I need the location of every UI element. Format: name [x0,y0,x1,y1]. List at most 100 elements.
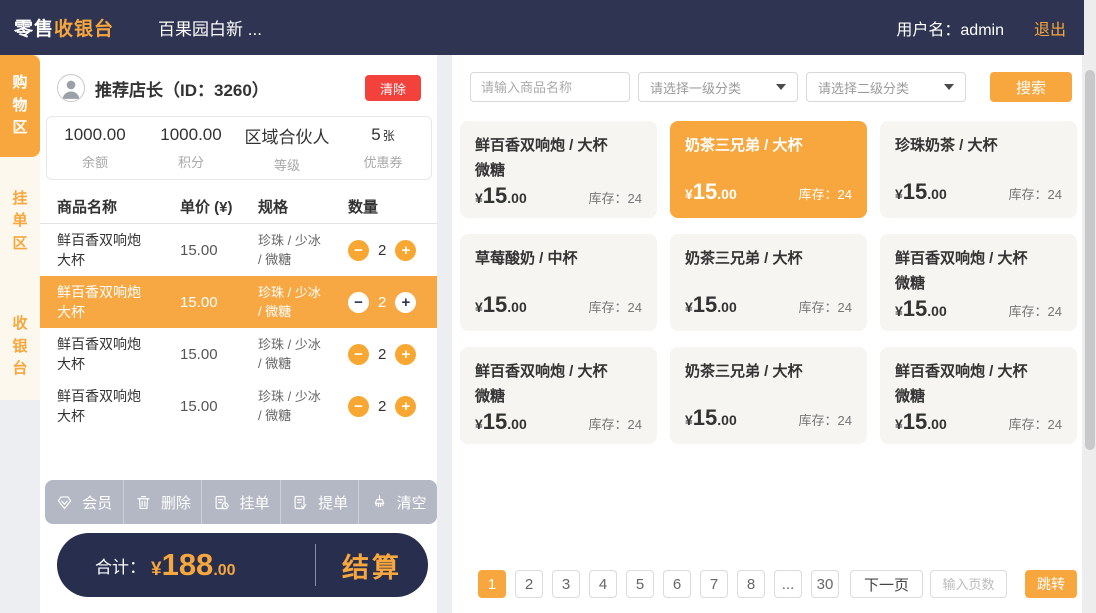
jump-button[interactable]: 跳转 [1025,570,1077,598]
currency-symbol: ¥ [151,559,162,581]
page-button[interactable]: 2 [515,570,543,598]
currency-symbol: ¥ [895,416,903,432]
page-button[interactable]: 8 [737,570,765,598]
product-price: ¥15.00 [685,405,737,431]
increase-quantity-button[interactable]: + [395,344,416,365]
price-dec: .00 [927,186,946,202]
scrollbar-track[interactable] [1084,0,1096,613]
price-dec: .00 [717,186,736,202]
next-page-button[interactable]: 下一页 [850,570,923,598]
item-spec: 珍珠 / 少冰 / 微糖 [258,335,348,374]
currency-symbol: ¥ [685,299,693,315]
decrease-quantity-button[interactable]: − [348,292,369,313]
increase-quantity-button[interactable]: + [395,292,416,313]
product-price: ¥15.00 [685,179,737,205]
total-int: 188 [162,547,214,583]
product-card[interactable]: 鲜百香双响炮 / 大杯 微糖¥15.00库存：24 [880,234,1077,331]
clear-member-button[interactable]: 清除 [365,75,421,101]
page-button[interactable]: 5 [626,570,654,598]
column-header: 数量 [348,196,437,217]
member-button[interactable]: 会员 [45,480,123,524]
cart-spacer [40,432,437,480]
hold-order-button[interactable]: 挂单 [201,480,280,524]
total-label: 合计： [95,553,146,578]
member-stat: 区域合伙人等级 [239,117,335,179]
stock-count: 库存：24 [1009,184,1062,203]
column-header: 单价 (¥) [180,196,258,217]
category2-select[interactable]: 请选择二级分类 [806,72,966,102]
product-name-input[interactable] [470,72,630,102]
cart-item-row[interactable]: 鲜百香双响炮 大杯15.00珍珠 / 少冰 / 微糖−2+ [40,380,437,432]
member-stat: 1000.00 余额 [47,117,143,179]
category1-select[interactable]: 请选择一级分类 [638,72,798,102]
sidebar-tab-held-orders[interactable]: 挂单区 [0,172,40,272]
product-card[interactable]: 鲜百香双响炮 / 大杯 微糖¥15.00库存：24 [880,347,1077,444]
app-title: 零售收银台 [14,14,114,41]
page-number-input[interactable] [930,570,1007,598]
price-dec: .00 [507,190,526,206]
sidebar-tab-shopping-area[interactable]: 购物区 [0,55,40,157]
price-dec: .00 [717,412,736,428]
cart-item-row[interactable]: 鲜百香双响炮 大杯15.00珍珠 / 少冰 / 微糖−2+ [40,276,437,328]
stock-count: 库存：24 [799,410,852,429]
product-card[interactable]: 鲜百香双响炮 / 大杯 微糖¥15.00库存：24 [460,121,657,218]
page-button[interactable]: 6 [663,570,691,598]
stat-label: 优惠券 [363,152,402,171]
search-button[interactable]: 搜索 [990,72,1072,102]
total-amount: ¥188.00 [151,547,236,583]
product-name: 草莓酸奶 / 中杯 [475,246,642,271]
product-card[interactable]: 奶茶三兄弟 / 大杯¥15.00库存：24 [670,121,867,218]
scrollbar-thumb[interactable] [1085,70,1095,450]
search-row: 请选择一级分类 请选择二级分类 搜索 [470,72,1072,102]
stock-count: 库存：24 [589,414,642,433]
decrease-quantity-button[interactable]: − [348,240,369,261]
currency-symbol: ¥ [475,299,483,315]
currency-symbol: ¥ [685,186,693,202]
price-int: 15 [483,183,507,208]
item-name: 鲜百香双响炮 大杯 [40,282,180,323]
product-card-footer: ¥15.00库存：24 [895,409,1062,435]
stat-label: 余额 [82,152,108,171]
currency-symbol: ¥ [475,416,483,432]
product-card[interactable]: 珍珠奶茶 / 大杯 ¥15.00 库存：24 [880,121,1077,218]
product-card[interactable]: 奶茶三兄弟 / 大杯¥15.00库存：24 [670,347,867,444]
page-button[interactable]: 1 [478,570,506,598]
stat-value: 1000.00 [64,125,125,145]
item-price: 15.00 [180,398,258,415]
page-button[interactable]: 7 [700,570,728,598]
page-button[interactable]: 4 [589,570,617,598]
product-card[interactable]: 草莓酸奶 / 中杯¥15.00库存：24 [460,234,657,331]
product-card[interactable]: 鲜百香双响炮 / 大杯 微糖¥15.00库存：24 [460,347,657,444]
clear-cart-button[interactable]: 清空 [358,480,437,524]
cart-item-row[interactable]: 鲜百香双响炮 大杯15.00珍珠 / 少冰 / 微糖−2+ [40,328,437,380]
product-card[interactable]: 奶茶三兄弟 / 大杯¥15.00库存：24 [670,234,867,331]
delete-button[interactable]: 删除 [123,480,202,524]
action-label: 提单 [318,492,348,513]
product-card-footer: ¥15.00库存：24 [475,183,642,209]
member-name: 推荐店长（ID：3260） [95,76,269,101]
category2-value: 请选择二级分类 [818,78,909,97]
product-name: 珍珠奶茶 / 大杯 [895,133,1062,158]
page-button[interactable]: 3 [552,570,580,598]
quantity-value: 2 [378,242,386,259]
stock-count: 库存：24 [589,188,642,207]
increase-quantity-button[interactable]: + [395,396,416,417]
page-ellipsis: ... [774,570,802,598]
decrease-quantity-button[interactable]: − [348,396,369,417]
item-name: 鲜百香双响炮 大杯 [40,230,180,271]
sidebar-tab-cashier[interactable]: 收银台 [0,297,40,397]
product-name: 鲜百香双响炮 / 大杯 微糖 [475,359,642,409]
product-card-footer: ¥15.00库存：24 [685,179,852,205]
sidebar-tab-label: 挂单区 [11,188,28,256]
retrieve-order-button[interactable]: 提单 [280,480,359,524]
checkout-button[interactable]: 结算 [316,546,428,585]
decrease-quantity-button[interactable]: − [348,344,369,365]
product-price: ¥15.00 [895,179,947,205]
category1-value: 请选择一级分类 [650,78,741,97]
price-int: 15 [693,292,717,317]
quantity-stepper: −2+ [348,344,437,365]
page-button[interactable]: 30 [811,570,839,598]
cart-item-row[interactable]: 鲜百香双响炮 大杯15.00珍珠 / 少冰 / 微糖−2+ [40,224,437,276]
logout-button[interactable]: 退出 [1034,16,1066,40]
increase-quantity-button[interactable]: + [395,240,416,261]
